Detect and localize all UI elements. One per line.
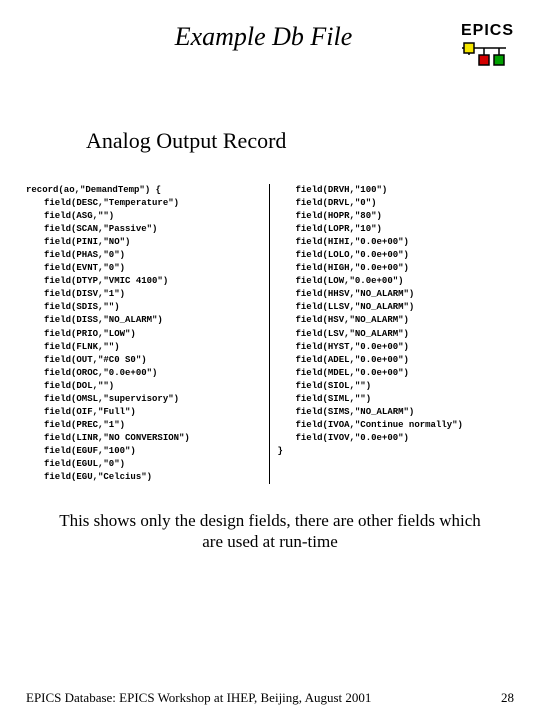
code-line: } (278, 445, 515, 458)
code-line: field(OMSL,"supervisory") (26, 393, 263, 406)
code-line: field(ADEL,"0.0e+00") (278, 354, 515, 367)
code-line: field(LOLO,"0.0e+00") (278, 249, 515, 262)
code-line: field(PRIO,"LOW") (26, 328, 263, 341)
code-line: field(EGU,"Celcius") (26, 471, 263, 484)
code-line: field(MDEL,"0.0e+00") (278, 367, 515, 380)
code-line: field(LINR,"NO CONVERSION") (26, 432, 263, 445)
code-line: field(LSV,"NO_ALARM") (278, 328, 515, 341)
epics-logo-icon (461, 42, 507, 68)
code-line: field(PREC,"1") (26, 419, 263, 432)
code-line: field(IVOV,"0.0e+00") (278, 432, 515, 445)
code-line: field(IVOA,"Continue normally") (278, 419, 515, 432)
epics-logo: EPICS (461, 22, 514, 68)
code-line: field(ASG,"") (26, 210, 263, 223)
code-line: field(OROC,"0.0e+00") (26, 367, 263, 380)
page-number: 28 (501, 690, 514, 706)
code-line: field(HIHI,"0.0e+00") (278, 236, 515, 249)
code-line: field(PINI,"NO") (26, 236, 263, 249)
code-line: field(SCAN,"Passive") (26, 223, 263, 236)
code-line: field(SIMS,"NO_ALARM") (278, 406, 515, 419)
code-line: field(EGUF,"100") (26, 445, 263, 458)
code-line: field(HIGH,"0.0e+00") (278, 262, 515, 275)
code-line: field(SDIS,"") (26, 301, 263, 314)
code-line: record(ao,"DemandTemp") { (26, 184, 263, 197)
code-line: field(LOPR,"10") (278, 223, 515, 236)
code-line: field(HSV,"NO_ALARM") (278, 314, 515, 327)
code-line: field(HHSV,"NO_ALARM") (278, 288, 515, 301)
code-line: field(OUT,"#C0 S0") (26, 354, 263, 367)
logo-text: EPICS (461, 22, 514, 40)
code-line: field(HYST,"0.0e+00") (278, 341, 515, 354)
footer-text: EPICS Database: EPICS Workshop at IHEP, … (26, 690, 371, 706)
code-line: field(DISV,"1") (26, 288, 263, 301)
code-block: record(ao,"DemandTemp") {field(DESC,"Tem… (26, 184, 514, 484)
code-line: field(OIF,"Full") (26, 406, 263, 419)
code-line: field(PHAS,"0") (26, 249, 263, 262)
code-line: field(DOL,"") (26, 380, 263, 393)
section-heading: Analog Output Record (86, 128, 514, 154)
note-text: This shows only the design fields, there… (26, 510, 514, 553)
code-line: field(DTYP,"VMIC 4100") (26, 275, 263, 288)
code-line: field(LLSV,"NO_ALARM") (278, 301, 515, 314)
code-line: field(EVNT,"0") (26, 262, 263, 275)
code-line: field(SIML,"") (278, 393, 515, 406)
code-line: field(DRVL,"0") (278, 197, 515, 210)
code-line: field(FLNK,"") (26, 341, 263, 354)
code-line: field(SIOL,"") (278, 380, 515, 393)
code-line: field(EGUL,"0") (26, 458, 263, 471)
page-title: Example Db File (66, 22, 461, 52)
code-line: field(LOW,"0.0e+00") (278, 275, 515, 288)
code-line: field(DISS,"NO_ALARM") (26, 314, 263, 327)
code-line: field(DRVH,"100") (278, 184, 515, 197)
code-line: field(HOPR,"80") (278, 210, 515, 223)
code-line: field(DESC,"Temperature") (26, 197, 263, 210)
